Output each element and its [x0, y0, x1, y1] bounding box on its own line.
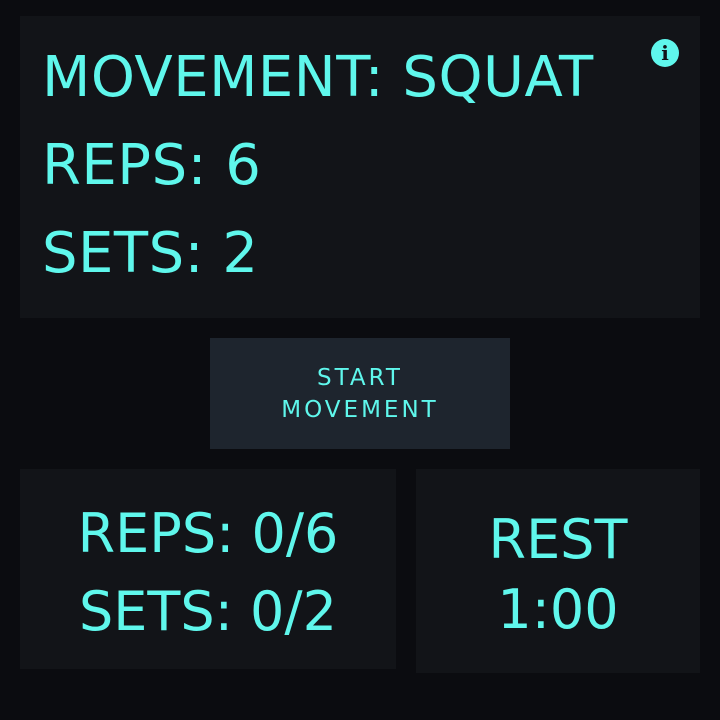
progress-panel: REPS: 0/6 SETS: 0/2 [20, 469, 396, 669]
reps-progress-label: REPS: 0/6 [77, 502, 339, 565]
movement-label: MOVEMENT: SQUAT [42, 45, 594, 110]
rest-label: REST [488, 508, 628, 571]
workout-info-panel: MOVEMENT: SQUAT REPS: 6 SETS: 2 i [20, 16, 700, 318]
sets-progress-label: SETS: 0/2 [79, 580, 337, 643]
start-movement-button[interactable]: START MOVEMENT [210, 338, 510, 449]
reps-target-label: REPS: 6 [42, 133, 262, 198]
info-icon[interactable]: i [651, 39, 679, 67]
rest-timer-panel: REST 1:00 [416, 469, 700, 673]
rest-timer-value: 1:00 [497, 578, 619, 641]
start-button-label-line1: START [317, 364, 403, 391]
sets-target-label: SETS: 2 [42, 221, 259, 286]
start-button-label-line2: MOVEMENT [281, 396, 439, 423]
